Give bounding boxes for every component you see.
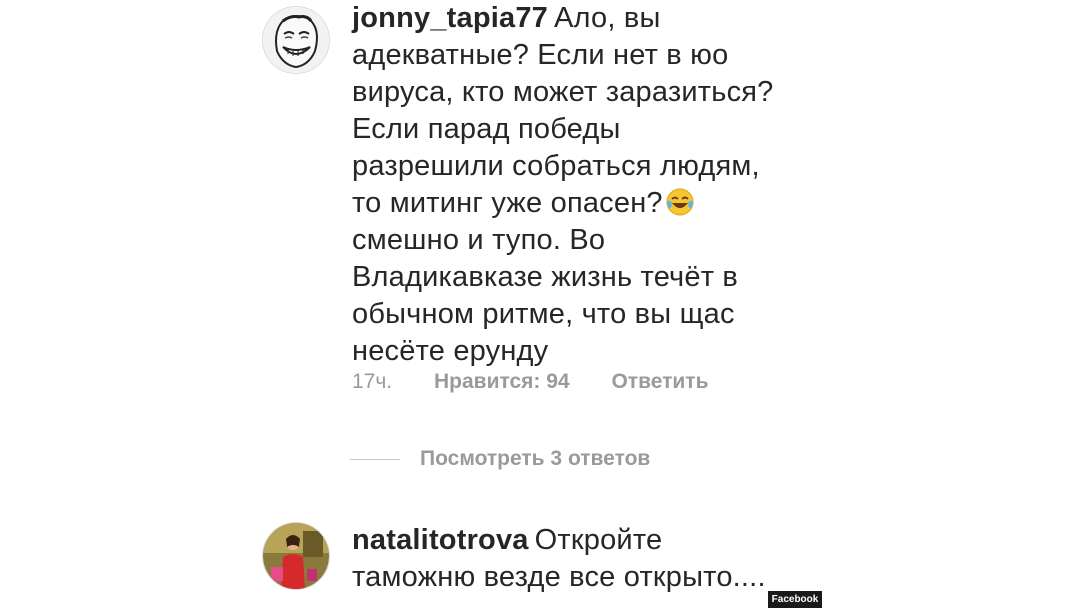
comment-line: Если парад победы	[352, 113, 621, 145]
reply-button[interactable]: Ответить	[611, 370, 708, 393]
user-photo-avatar-icon	[263, 523, 329, 589]
comment-username[interactable]: jonny_tapia77	[352, 2, 548, 34]
comment-jonny: jonny_tapia77 Ало, вы адекватные? Если не…	[258, 0, 818, 420]
comment-line: таможню везде все открыто....	[352, 561, 766, 593]
tears-of-joy-emoji-icon	[666, 188, 694, 216]
facebook-watermark: Facebook	[768, 591, 822, 608]
replies-divider	[350, 458, 400, 460]
comment-line: вируса, кто может заразиться?	[352, 76, 774, 108]
comment-line: смешно и тупо. Во	[352, 224, 606, 256]
comment-line: адекватные? Если нет в юо	[352, 39, 729, 71]
meme-face-avatar-icon	[263, 7, 329, 73]
comment-username[interactable]: natalitotrova	[352, 524, 529, 556]
comment-line: разрешили собраться людям,	[352, 150, 760, 182]
comment-text: jonny_tapia77 Ало, вы адекватные? Если не…	[352, 0, 822, 370]
comment-time: 17ч.	[352, 370, 393, 393]
comment-text: natalitotrova Откройте таможню везде все …	[352, 522, 822, 596]
comment-line: то митинг уже опасен?	[352, 187, 663, 219]
view-replies-button[interactable]: Посмотреть 3 ответов	[350, 444, 650, 474]
view-replies-label: Посмотреть 3 ответов	[420, 447, 651, 470]
avatar[interactable]	[262, 522, 330, 590]
comment-line: Откройте	[534, 524, 663, 556]
comment-line: Владикавказе жизнь течёт в	[352, 261, 739, 293]
comment-natali: natalitotrova Откройте таможню везде все …	[258, 522, 818, 608]
comment-line: обычном ритме, что вы щас	[352, 298, 735, 330]
comment-meta: 17ч. Нравится: 94 Ответить	[352, 370, 745, 394]
avatar[interactable]	[262, 6, 330, 74]
likes-count-button[interactable]: Нравится: 94	[434, 370, 570, 393]
comment-line: несёте ерунду	[352, 335, 549, 367]
comment-line: Ало, вы	[554, 2, 661, 34]
